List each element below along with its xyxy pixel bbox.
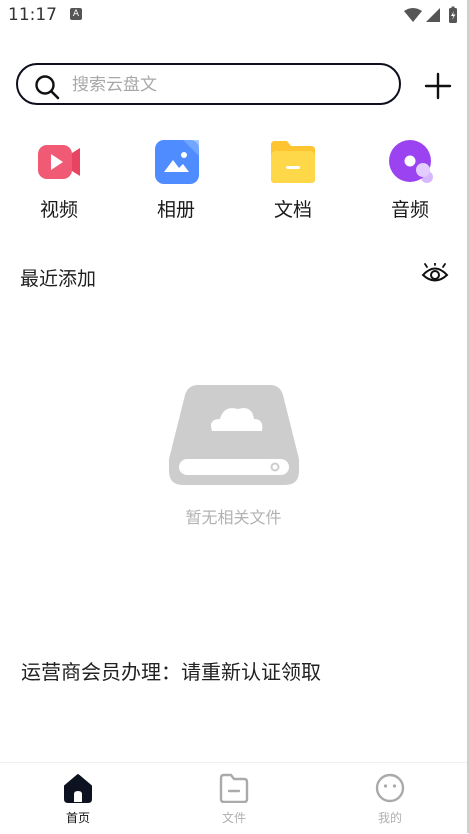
category-audio-label: 音频 [390, 199, 429, 221]
audio-icon [389, 140, 433, 183]
visibility-eye-icon[interactable] [421, 263, 449, 285]
video-icon [38, 145, 80, 179]
nav-label-profile: 我的 [377, 811, 402, 825]
recent-section-title: 最近添加 [20, 268, 97, 290]
add-icon[interactable] [424, 72, 452, 100]
system-status-icons [403, 6, 459, 30]
nav-tab-profile[interactable]: 我的 [345, 773, 435, 826]
category-document[interactable]: 文档 [253, 139, 333, 222]
status-time: 11:17 [8, 5, 57, 25]
category-document-label: 文档 [273, 199, 312, 221]
search-bar[interactable] [16, 63, 401, 105]
category-audio[interactable]: 音频 [370, 139, 450, 222]
profile-icon [375, 773, 405, 803]
nav-tab-files[interactable]: 文件 [189, 773, 279, 826]
nav-label-files: 文件 [221, 811, 246, 825]
category-album[interactable]: 相册 [136, 139, 216, 222]
wifi-signal-battery-icon [404, 6, 457, 23]
bottom-navigation: 首页 文件 我的 [0, 762, 467, 834]
nav-label-home: 首页 [65, 811, 90, 825]
album-icon [155, 140, 199, 184]
folder-icon [219, 773, 249, 804]
category-video-label: 视频 [39, 199, 78, 221]
search-input[interactable] [70, 73, 384, 97]
home-icon [64, 774, 92, 803]
status-bar: 11:17 A [0, 0, 467, 32]
carrier-member-promo-link[interactable]: 运营商会员办理：请重新认证领取 [21, 656, 321, 685]
document-icon [271, 141, 315, 183]
category-album-label: 相册 [156, 199, 195, 221]
empty-state-text: 暂无相关文件 [185, 508, 282, 527]
notification-indicator-icon: A [70, 8, 82, 20]
empty-cloud-drive-illustration [169, 385, 299, 485]
search-icon [35, 75, 60, 100]
category-video[interactable]: 视频 [19, 139, 99, 222]
nav-tab-home[interactable]: 首页 [33, 773, 123, 826]
